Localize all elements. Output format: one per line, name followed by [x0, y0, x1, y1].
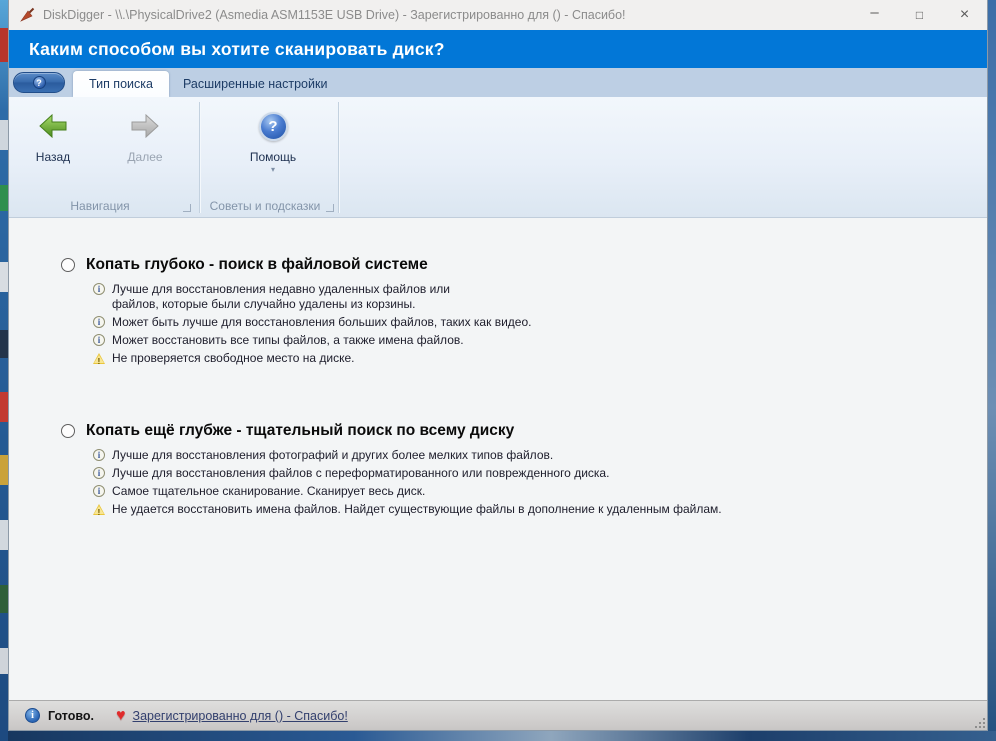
option-point: Лучше для восстановления фотографий и др…: [9, 448, 987, 463]
info-icon: [93, 334, 105, 346]
diskdigger-window: DiskDigger - \\.\PhysicalDrive2 (Asmedia…: [8, 0, 988, 731]
group-label-navigation: Навигация: [9, 198, 191, 214]
desktop-edge-left: [0, 0, 8, 741]
app-trowel-icon: [19, 7, 35, 23]
point-text: Лучше для восстановления недавно удаленн…: [112, 282, 450, 312]
status-ready-text: Готово.: [48, 709, 94, 723]
next-arrow-icon: [130, 114, 160, 138]
option-point: Может быть лучше для восстановления боль…: [9, 315, 987, 330]
heart-icon: ♥: [116, 707, 126, 725]
point-text: Не проверяется свободное место на диске.: [112, 351, 354, 366]
window-title: DiskDigger - \\.\PhysicalDrive2 (Asmedia…: [43, 8, 852, 22]
point-text: Лучше для восстановления файлов с перефо…: [112, 466, 609, 481]
info-icon: [93, 316, 105, 328]
next-button-label: Далее: [127, 150, 162, 164]
close-button[interactable]: ×: [942, 0, 987, 30]
point-text: Не удается восстановить имена файлов. На…: [112, 502, 722, 517]
point-text: Самое тщательное сканирование. Сканирует…: [112, 484, 425, 499]
desktop-edge-right: [988, 0, 996, 741]
point-text: Может быть лучше для восстановления боль…: [112, 315, 531, 330]
point-text: Может восстановить все типы файлов, а та…: [112, 333, 464, 348]
resize-grip[interactable]: [973, 716, 985, 728]
radio-dig-deeper[interactable]: [61, 424, 75, 438]
title-bar: DiskDigger - \\.\PhysicalDrive2 (Asmedia…: [9, 0, 987, 30]
ribbon-group-separator: [199, 102, 200, 213]
group-label-tips: Советы и подсказки: [199, 198, 331, 214]
next-button[interactable]: Далее: [109, 109, 181, 164]
option-point: Лучше для восстановления файлов с перефо…: [9, 466, 987, 481]
info-icon: [93, 485, 105, 497]
help-button-label: Помощь: [250, 150, 296, 164]
option-point: Лучше для восстановления недавно удаленн…: [9, 282, 987, 312]
help-question-icon: ?: [259, 112, 288, 141]
point-text: Лучше для восстановления фотографий и др…: [112, 448, 553, 463]
back-button-label: Назад: [36, 150, 70, 164]
window-controls: – □ ×: [852, 0, 987, 30]
wizard-question-text: Каким способом вы хотите сканировать дис…: [29, 39, 445, 60]
back-arrow-icon: [38, 114, 68, 138]
option-title[interactable]: Копать ещё глубже - тщательный поиск по …: [86, 422, 514, 440]
question-badge-icon: ?: [33, 76, 46, 89]
maximize-button[interactable]: □: [897, 0, 942, 30]
warning-icon: [93, 504, 105, 515]
scan-options-panel: Копать глубоко - поиск в файловой систем…: [9, 218, 987, 700]
registration-link[interactable]: Зарегистрированно для () - Спасибо!: [133, 709, 348, 723]
info-icon: [93, 449, 105, 461]
ribbon-help-pill-button[interactable]: ?: [13, 72, 65, 93]
tab-strip: ? Тип поиска Расширенные настройки: [9, 68, 987, 97]
minimize-button[interactable]: –: [852, 0, 897, 30]
info-icon: [93, 467, 105, 479]
status-bar: Готово. ♥ Зарегистрированно для () - Спа…: [9, 700, 987, 730]
ribbon: Назад Далее ? Помощь ▾ Навигация: [9, 97, 987, 218]
tab-advanced-settings[interactable]: Расширенные настройки: [167, 71, 343, 97]
desktop-edge-bottom: [8, 731, 996, 741]
option-point: Не проверяется свободное место на диске.: [9, 351, 987, 366]
info-icon: [93, 283, 105, 295]
warning-icon: [93, 353, 105, 364]
help-dropdown-caret-icon[interactable]: ▾: [271, 167, 275, 173]
radio-dig-deep[interactable]: [61, 258, 75, 272]
dialog-launcher-icon[interactable]: [183, 204, 191, 212]
tab-label: Тип поиска: [89, 77, 153, 91]
wizard-question-banner: Каким способом вы хотите сканировать дис…: [9, 30, 987, 68]
ribbon-group-separator: [338, 102, 339, 213]
option-point: Самое тщательное сканирование. Сканирует…: [9, 484, 987, 499]
tab-label: Расширенные настройки: [183, 77, 327, 91]
back-button[interactable]: Назад: [17, 109, 89, 164]
tab-search-type[interactable]: Тип поиска: [73, 71, 169, 97]
option-point: Может восстановить все типы файлов, а та…: [9, 333, 987, 348]
option-point: Не удается восстановить имена файлов. На…: [9, 502, 987, 517]
help-button[interactable]: ? Помощь ▾: [231, 109, 315, 173]
option-title[interactable]: Копать глубоко - поиск в файловой систем…: [86, 256, 428, 274]
option-dig-deep: Копать глубоко - поиск в файловой систем…: [9, 256, 987, 369]
dialog-launcher-icon[interactable]: [326, 204, 334, 212]
option-dig-deeper: Копать ещё глубже - тщательный поиск по …: [9, 422, 987, 520]
status-info-icon: [25, 708, 40, 723]
